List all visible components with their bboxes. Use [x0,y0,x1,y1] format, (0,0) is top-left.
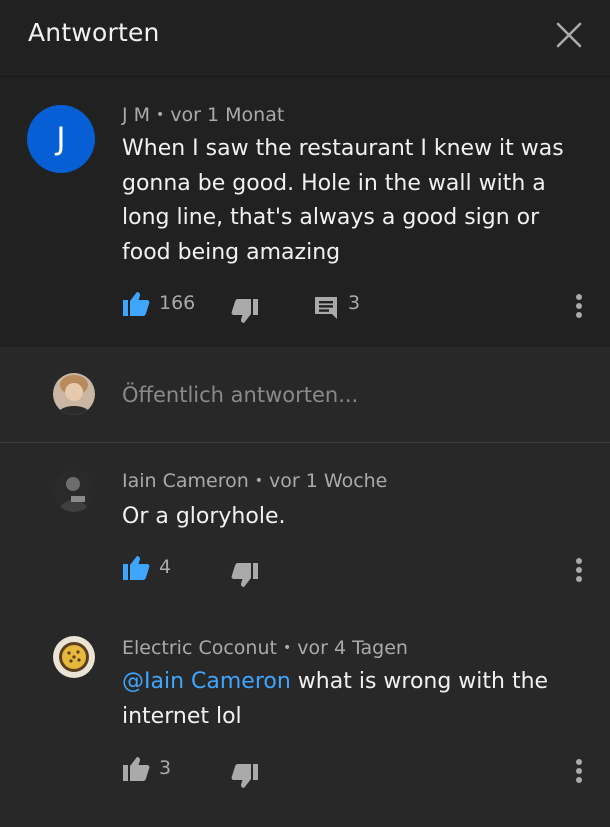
dislike-button[interactable] [231,298,259,328]
avatar[interactable]: J [27,105,95,173]
thumbs-up-icon [123,556,150,580]
more-options-button[interactable] [569,554,589,586]
reply-meta: Iain Cameron • vor 1 Woche [122,470,388,492]
reply-count: 3 [348,292,361,314]
reply-text: Or a gloryhole. [122,504,286,529]
more-dot [576,777,582,783]
comment-meta: J M • vor 1 Monat [122,104,285,126]
thumbs-down-icon [231,299,258,323]
panel-header: Antworten [0,0,610,77]
like-button[interactable] [122,555,150,585]
more-dot [576,558,582,564]
close-icon [556,22,582,48]
like-count: 166 [159,292,196,314]
avatar[interactable] [53,636,95,678]
more-dot [576,303,582,309]
own-avatar [53,373,95,415]
comment-time: vor 1 Monat [170,104,285,126]
like-count: 3 [159,757,172,779]
reply-author[interactable]: Electric Coconut [122,637,277,659]
thumbs-down-icon [231,563,258,587]
comment-text: When I saw the restaurant I knew it was … [122,136,564,265]
reply-meta: Electric Coconut • vor 4 Tagen [122,637,408,659]
reply-input[interactable]: Öffentlich antworten... [122,383,358,407]
dislike-button[interactable] [231,562,259,592]
comment-author[interactable]: J M [122,104,150,126]
like-count: 4 [159,556,172,578]
more-options-button[interactable] [569,755,589,787]
more-dot [576,768,582,774]
avatar[interactable] [53,470,95,512]
panel-title: Antworten [28,18,160,47]
comment-icon [315,297,337,319]
thumbs-up-icon [123,757,150,781]
thumbs-up-icon [123,292,150,316]
more-options-button[interactable] [569,290,589,322]
more-dot [576,576,582,582]
reply-text: @Iain Cameron what is wrong with the int… [122,665,592,734]
mention-link[interactable]: @Iain Cameron [122,669,291,694]
thumbs-down-icon [231,764,258,788]
reply-time: vor 1 Woche [269,470,388,492]
replies-button[interactable] [313,294,339,324]
more-dot [576,759,582,765]
more-dot [576,567,582,573]
more-dot [576,312,582,318]
like-button[interactable] [122,756,150,786]
more-dot [576,294,582,300]
dislike-button[interactable] [231,763,259,793]
close-button[interactable] [553,19,585,51]
divider [0,442,610,443]
like-button[interactable] [122,291,150,321]
reply-author[interactable]: Iain Cameron [122,470,249,492]
reply-time: vor 4 Tagen [297,637,408,659]
